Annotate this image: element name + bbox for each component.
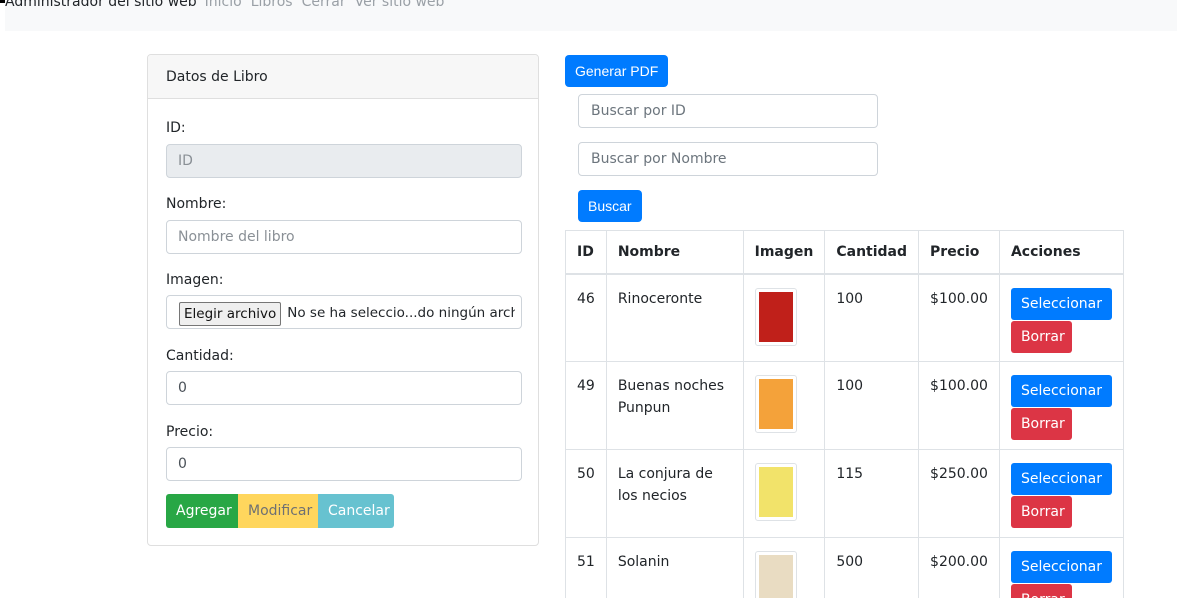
header-quantity: Cantidad [824, 230, 920, 275]
header-price: Precio [918, 230, 1000, 275]
nav-brand[interactable]: Administrador del sitio web [5, 0, 197, 10]
cell-image [742, 449, 826, 538]
search-button[interactable]: Buscar [578, 190, 642, 222]
nav-links: Administrador del sitio web Inicio Libros C… [5, 0, 453, 12]
name-input[interactable] [166, 220, 522, 254]
header-name: Nombre [605, 230, 744, 275]
delete-button[interactable]: Borrar [1010, 320, 1072, 353]
cell-name: Buenas noches Punpun [605, 361, 744, 450]
cell-name: Solanin [605, 537, 744, 598]
card-header: Datos de Libro [148, 55, 538, 99]
table-header-row: ID Nombre Imagen Cantidad Precio Accione… [565, 230, 1125, 275]
select-button[interactable]: Seleccionar [1010, 375, 1112, 407]
cell-id: 49 [565, 361, 607, 450]
book-cover-thumbnail [754, 463, 797, 521]
cell-id: 51 [565, 537, 607, 598]
header-actions: Acciones [998, 230, 1125, 275]
header-image: Imagen [742, 230, 826, 275]
name-label: Nombre: [166, 196, 227, 212]
book-cover-image [758, 555, 793, 598]
quantity-label: Cantidad: [166, 348, 234, 364]
book-cover-thumbnail [754, 375, 797, 433]
delete-button[interactable]: Borrar [1010, 496, 1072, 528]
nav-link-inicio[interactable]: Inicio [205, 0, 242, 10]
quantity-input[interactable] [166, 371, 522, 405]
cell-name: Rinoceronte [605, 273, 744, 362]
books-table: ID Nombre Imagen Cantidad Precio Accione… [565, 230, 1125, 598]
cancel-button[interactable]: Cancelar [318, 494, 394, 528]
cell-actions: Seleccionar Borrar [998, 449, 1125, 538]
image-file-input[interactable]: Elegir archivo No se ha seleccio...do ni… [166, 295, 522, 329]
book-cover-image [758, 379, 793, 429]
nav-link-cerrar[interactable]: Cerrar [302, 0, 346, 10]
image-label: Imagen: [166, 272, 224, 288]
id-label: ID: [166, 120, 186, 136]
book-cover-thumbnail [754, 551, 797, 598]
cell-quantity: 100 [824, 361, 920, 450]
cell-id: 46 [565, 273, 607, 362]
cell-image [742, 361, 826, 450]
nav-link-ver-sitio[interactable]: Ver sitio web [355, 0, 445, 10]
cell-price: $100.00 [918, 273, 1000, 362]
delete-button[interactable]: Borrar [1010, 408, 1072, 440]
cell-image [742, 537, 826, 598]
file-status: No se ha seleccio...do ningún archivo [287, 304, 515, 321]
table-row: 50 La conjura de los necios 115 $250.00 … [565, 449, 1125, 538]
add-button[interactable]: Agregar [166, 494, 238, 528]
cell-actions: Seleccionar Borrar [998, 537, 1125, 598]
modify-button[interactable]: Modificar [238, 494, 318, 528]
delete-button[interactable]: Borrar [1010, 584, 1072, 598]
price-label: Precio: [166, 424, 214, 440]
select-button[interactable]: Seleccionar [1010, 287, 1112, 320]
book-cover-thumbnail [754, 287, 797, 346]
book-cover-image [758, 467, 793, 517]
cell-actions: Seleccionar Borrar [998, 273, 1125, 362]
id-input [166, 144, 522, 178]
search-id-input[interactable] [578, 94, 878, 128]
table-row: 49 Buenas noches Punpun 100 $100.00 Sele… [565, 361, 1125, 450]
form-button-group: Agregar Modificar Cancelar [166, 494, 394, 528]
cell-price: $250.00 [918, 449, 1000, 538]
cell-name: La conjura de los necios [605, 449, 744, 538]
cell-image [742, 273, 826, 362]
price-input[interactable] [166, 447, 522, 481]
search-name-input[interactable] [578, 142, 878, 176]
book-cover-image [758, 291, 793, 342]
cell-quantity: 115 [824, 449, 920, 538]
cell-price: $100.00 [918, 361, 1000, 450]
select-button[interactable]: Seleccionar [1010, 463, 1112, 495]
table-row: 46 Rinoceronte 100 $100.00 Seleccionar B… [565, 273, 1125, 362]
table-row: 51 Solanin 500 $200.00 Seleccionar Borra… [565, 537, 1125, 598]
cell-actions: Seleccionar Borrar [998, 361, 1125, 450]
cell-id: 50 [565, 449, 607, 538]
select-button[interactable]: Seleccionar [1010, 551, 1112, 583]
cell-quantity: 100 [824, 273, 920, 362]
cell-quantity: 500 [824, 537, 920, 598]
header-id: ID [565, 230, 607, 275]
nav-link-libros[interactable]: Libros [251, 0, 293, 10]
generate-pdf-button[interactable]: Generar PDF [565, 55, 669, 87]
choose-file-button[interactable]: Elegir archivo [179, 302, 282, 326]
book-form-card: Datos de Libro ID: Nombre: Imagen: Elegi… [147, 54, 539, 546]
cell-price: $200.00 [918, 537, 1000, 598]
